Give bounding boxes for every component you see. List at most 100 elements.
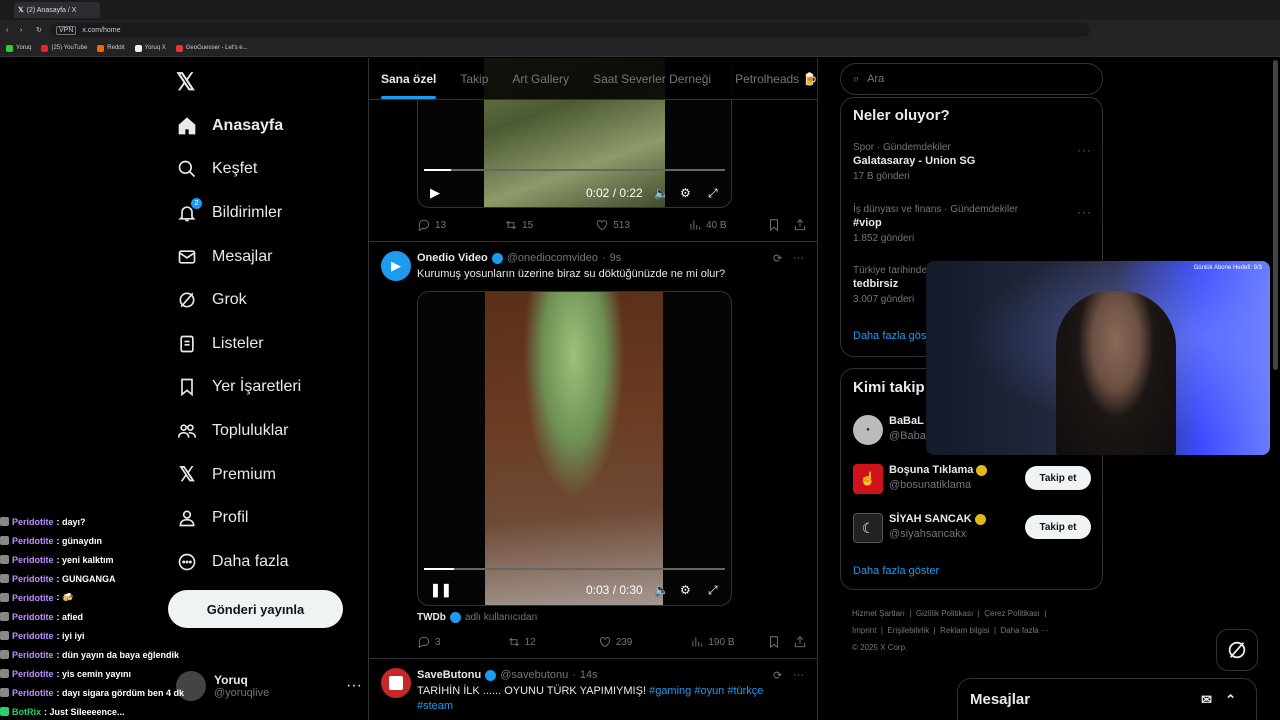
scrollbar[interactable] xyxy=(1273,60,1278,370)
follow-suggestion[interactable]: BaBaL @Baba xyxy=(889,415,926,442)
footer-link[interactable]: Çerez Politikası xyxy=(984,609,1040,618)
author-name[interactable]: SaveButonu xyxy=(417,669,481,681)
more-icon[interactable]: ··· xyxy=(1077,143,1092,157)
sidebar-item-bookmarks[interactable]: Yer İşaretleri xyxy=(168,366,358,410)
trend-item[interactable]: İş dünyası ve finans · Gündemdekiler #vi… xyxy=(853,204,1093,244)
video-player[interactable]: ❚❚ 0:03 / 0:30 🔈 ⚙ ⤢ xyxy=(417,291,732,606)
hashtag-link[interactable]: #gaming #oyun #türkçe xyxy=(649,685,763,697)
volume-icon[interactable]: 🔈 xyxy=(654,583,669,597)
play-logo-icon: ▶ xyxy=(391,258,401,273)
footer-link[interactable]: Gizlilik Politikası xyxy=(916,609,973,618)
more-icon[interactable]: ··· xyxy=(1077,205,1092,219)
divider xyxy=(369,658,817,659)
home-icon xyxy=(176,115,198,137)
author-handle[interactable]: @savebutonu xyxy=(500,669,568,681)
x-logo-icon[interactable]: 𝕏 xyxy=(176,68,195,97)
hashtag-link[interactable]: #steam xyxy=(417,700,817,712)
avatar[interactable] xyxy=(381,668,411,698)
sidebar-item-messages[interactable]: Mesajlar xyxy=(168,235,358,279)
bell-icon: 2 xyxy=(176,197,202,224)
avatar[interactable]: ☾ xyxy=(853,513,883,543)
sidebar-item-notifications[interactable]: 2 Bildirimler xyxy=(168,191,358,235)
chat-message: Peridotite: 🍻 xyxy=(0,588,215,607)
vpn-badge[interactable]: VPN xyxy=(56,25,77,35)
fullscreen-icon[interactable]: ⤢ xyxy=(708,583,718,598)
follow-suggestion[interactable]: Boşuna Tıklama @bosunatiklama xyxy=(889,464,988,491)
new-message-icon[interactable]: ✉ xyxy=(1201,692,1212,708)
views-button[interactable]: 40 B xyxy=(688,218,727,232)
author-handle[interactable]: @onediocomvideo xyxy=(507,252,598,264)
more-icon[interactable]: ··· xyxy=(346,677,362,695)
grok-floating-button[interactable] xyxy=(1216,629,1258,671)
bookmark-item[interactable]: Reddit xyxy=(97,44,125,52)
tab-for-you[interactable]: Sana özel xyxy=(381,72,437,99)
sidebar-item-lists[interactable]: Listeler xyxy=(168,322,358,366)
follow-button[interactable]: Takip et xyxy=(1025,515,1091,539)
avatar[interactable]: ☝ xyxy=(853,464,883,494)
follow-button[interactable]: Takip et xyxy=(1025,466,1091,490)
views-button[interactable]: 190 B xyxy=(690,635,735,649)
grok-icon[interactable]: ⟳ xyxy=(773,669,782,682)
search-input[interactable]: ⌕ Ara xyxy=(840,63,1103,95)
messages-drawer[interactable]: Mesajlar ✉ ⌃ xyxy=(957,678,1257,720)
pause-icon[interactable]: ❚❚ xyxy=(430,582,452,598)
like-button[interactable]: 239 xyxy=(598,635,632,649)
sidebar-item-explore[interactable]: Keşfet xyxy=(168,148,358,192)
post-age[interactable]: 9s xyxy=(610,252,622,264)
play-icon[interactable]: ▶ xyxy=(430,185,440,201)
repost-button[interactable]: 15 xyxy=(504,218,533,232)
settings-icon[interactable]: ⚙ xyxy=(680,186,691,200)
author-name[interactable]: Onedio Video xyxy=(417,252,488,264)
share-button[interactable] xyxy=(793,635,807,649)
share-button[interactable] xyxy=(793,218,807,232)
video-progress-track[interactable] xyxy=(424,568,725,570)
sidebar-item-communities[interactable]: Topluluklar xyxy=(168,409,358,453)
tab-art-gallery[interactable]: Art Gallery xyxy=(512,72,569,86)
footer-link[interactable]: Reklam bilgisi xyxy=(940,626,989,635)
reload-icon[interactable]: ↻ xyxy=(36,26,42,34)
post-age[interactable]: 14s xyxy=(580,669,598,681)
like-button[interactable]: 513 xyxy=(595,218,630,232)
footer-link[interactable]: Erişilebilirlik xyxy=(887,626,929,635)
avatar[interactable]: ● xyxy=(853,415,883,445)
sidebar-item-premium[interactable]: 𝕏 Premium xyxy=(168,453,358,497)
footer-link[interactable]: Hizmet Şartları xyxy=(852,609,905,618)
url-box[interactable]: VPN x.com/home xyxy=(50,23,1090,37)
back-icon[interactable]: ‹ xyxy=(6,27,8,34)
follow-suggestion[interactable]: SİYAH SANCAK @siyahsancakx xyxy=(889,513,986,540)
fullscreen-icon[interactable]: ⤢ xyxy=(708,186,718,201)
bookmark-button[interactable] xyxy=(767,635,781,649)
reply-button[interactable]: 3 xyxy=(417,635,441,649)
trend-item[interactable]: Spor · Gündemdekiler Galatasaray - Union… xyxy=(853,142,1093,182)
reply-button[interactable]: 13 xyxy=(417,218,446,232)
dot-separator: · xyxy=(572,669,576,681)
avatar[interactable]: ▶ xyxy=(381,251,411,281)
footer-link[interactable]: Daha fazla ··· xyxy=(1001,626,1049,635)
video-progress-track[interactable] xyxy=(424,169,725,171)
more-icon[interactable]: ··· xyxy=(793,669,804,681)
tab-following[interactable]: Takip xyxy=(460,72,488,86)
bookmark-item[interactable]: GeoGuesser - Let's e... xyxy=(175,44,248,52)
more-icon[interactable]: ··· xyxy=(793,252,804,264)
credit-name[interactable]: TWDb xyxy=(417,612,446,623)
tab-petrolheads[interactable]: Petrolheads 🍺 xyxy=(735,72,817,86)
bookmark-item[interactable]: Yoruq xyxy=(6,44,31,52)
suggestion-name: BaBaL xyxy=(889,415,924,427)
grok-icon[interactable]: ⟳ xyxy=(773,252,782,265)
settings-icon[interactable]: ⚙ xyxy=(680,583,691,597)
bookmark-item[interactable]: (25) YouTube xyxy=(41,44,87,52)
bookmark-button[interactable] xyxy=(767,218,781,232)
bookmark-item[interactable]: Yoruq X xyxy=(134,44,166,52)
tab-saat-severler[interactable]: Saat Severler Derneği xyxy=(593,72,711,86)
forward-icon[interactable]: › xyxy=(20,27,22,34)
footer-link[interactable]: Imprint xyxy=(852,626,876,635)
volume-icon[interactable]: 🔈 xyxy=(654,186,669,200)
browser-tab[interactable]: 𝕏 (2) Anasayfa / X xyxy=(14,2,100,18)
sidebar-item-grok[interactable]: Grok xyxy=(168,278,358,322)
sidebar-item-home[interactable]: Anasayfa xyxy=(168,104,358,148)
repost-button[interactable]: 12 xyxy=(507,635,536,649)
url-text[interactable]: x.com/home xyxy=(82,27,120,34)
who-show-more[interactable]: Daha fazla göster xyxy=(853,565,939,577)
expand-icon[interactable]: ⌃ xyxy=(1225,692,1236,708)
x-icon xyxy=(134,44,142,52)
